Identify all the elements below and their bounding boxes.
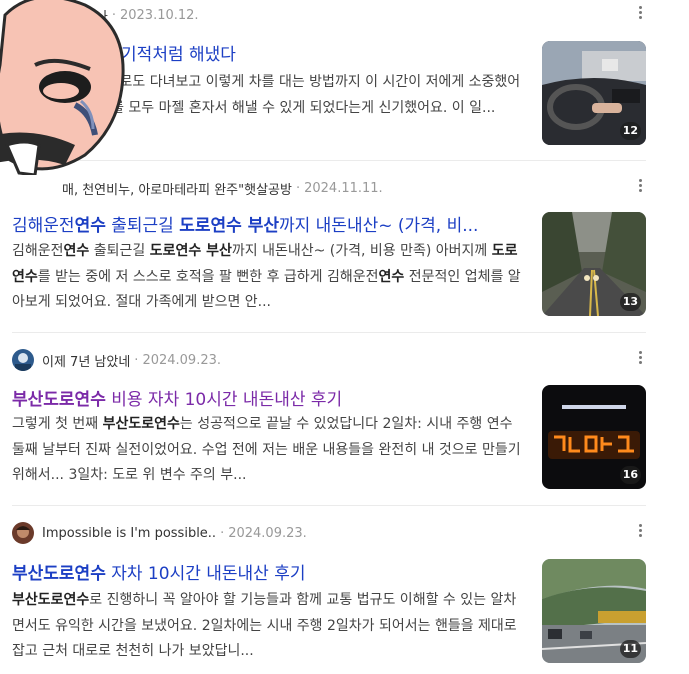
post-date: 2024.09.23. [228,525,307,541]
result-title[interactable]: 수 기적처럼 해냈다 [100,40,520,65]
search-result: 매, 천연비누, 아로마테라피 완주"햇살공방 · 2024.11.11. 김해… [12,177,652,327]
post-date: 2024.11.11. [304,180,383,196]
author-name[interactable]: 매, 천연비누, 아로마테라피 완주"햇살공방 [62,179,292,198]
divider [12,160,646,161]
keyword-highlight: 부산도로연수 [12,564,106,584]
result-meta: 마음하나 · 2023.10.12. [60,6,199,25]
result-description: 김해운전연수 출퇴근길 도로연수 부산까지 내돈내산~ (가격, 비용 만족) … [12,239,527,316]
result-meta: 매, 천연비누, 아로마테라피 완주"햇살공방 · 2024.11.11. [62,179,383,198]
divider [12,505,646,506]
keyword-highlight: 연수 [63,243,90,259]
author-name[interactable]: 마음하나 [60,6,108,25]
author-name[interactable]: Impossible is I'm possible.. [42,526,216,541]
keyword-highlight: 연수 [74,216,106,236]
text-segment: 그렇게 첫 번째 [12,416,103,432]
text-segment: 젤 혼자서 해낼 수 있게 되었다는게 신기했어요. 이 일... [171,99,496,116]
text-segment: 실 자동차전용도로로도 다녀보고 이렇게 차를 대는 방법까지 [12,74,366,90]
photo-count-badge: 11 [619,640,641,658]
author-avatar[interactable] [12,522,34,544]
keyword-highlight: 부산도로연수 [102,416,180,432]
more-options-icon[interactable] [636,177,644,197]
photo-count-badge: 12 [619,122,641,140]
result-thumbnail[interactable]: 12 [542,41,646,145]
text-segment: 출퇴근길 [105,216,180,236]
result-thumbnail[interactable]: 16 [542,385,646,489]
keyword-highlight: 수 [100,45,116,65]
result-meta: 이제 7년 남았네 · 2024.09.23. [12,349,652,371]
author-name[interactable]: 이제 7년 남았네 [42,351,130,370]
text-segment: 를 받는 중에 저 스스로 호적을 팔 뻔한 후 급하게 김해운전 [37,268,379,285]
result-description: 실 자동차전용도로로도 다녀보고 이렇게 차를 대는 방법까지 이 시간이 저에… [12,70,527,121]
divider [12,332,646,333]
keyword-highlight: 부산도로연수 [12,390,106,410]
result-meta: Impossible is I'm possible.. · 2024.09.2… [12,522,652,544]
search-result: Impossible is I'm possible.. · 2024.09.2… [12,522,652,672]
text-segment: 까지 내돈내산~ (가격, 비용 만족) 아버지께 [231,243,492,259]
text-segment: 자차 10시간 내돈내산 후기 [105,564,306,584]
more-options-icon[interactable] [636,522,644,542]
post-date: 2023.10.12. [119,7,199,23]
result-description: 부산도로연수로 진행하니 꼭 알아야 할 기능들과 함께 교통 법규도 이해할 … [12,588,527,665]
more-options-icon[interactable] [636,349,644,369]
text-segment: 기적처럼 해냈다 [115,45,236,65]
text-segment: 김해운전 [12,216,75,236]
result-title[interactable]: 김해운전연수 출퇴근길 도로연수 부산까지 내돈내산~ (가격, 비... [12,211,527,236]
result-thumbnail[interactable]: 11 [542,559,646,663]
text-segment: 까지 내돈내산~ (가격, 비... [278,216,479,236]
post-date: 2024.09.23. [142,352,222,368]
search-result: 마음하나 · 2023.10.12. 수 기적처럼 해냈다 실 자동차전용도로로… [12,4,652,154]
more-options-icon[interactable] [636,4,644,24]
text-segment: 김해운전 [12,243,64,259]
result-description: 그렇게 첫 번째 부산도로연수는 성공적으로 끝날 수 있었답니다 2일차: 시… [12,412,527,489]
author-avatar[interactable] [12,349,34,371]
keyword-highlight: 부산도로연수 [33,99,112,116]
keyword-highlight: 부산도로연수 [12,592,90,608]
text-segment: 비용 자차 10시간 내돈내산 후기 [105,390,343,410]
keyword-highlight: 도로연수 부산 [149,243,232,259]
result-thumbnail[interactable]: 13 [542,212,646,316]
photo-count-badge: 13 [619,293,641,311]
search-result: 이제 7년 남았네 · 2024.09.23. 부산도로연수 비용 자차 10시… [12,349,652,499]
keyword-highlight: 도로연수 부산 [179,216,279,236]
result-title[interactable]: 부산도로연수 비용 자차 10시간 내돈내산 후기 [12,385,527,410]
text-segment: 를 모두 마 [111,99,172,116]
photo-count-badge: 16 [619,466,641,484]
result-title[interactable]: 부산도로연수 자차 10시간 내돈내산 후기 [12,559,527,584]
text-segment: 출퇴근길 [89,243,150,259]
keyword-highlight: 연수 [378,268,405,285]
